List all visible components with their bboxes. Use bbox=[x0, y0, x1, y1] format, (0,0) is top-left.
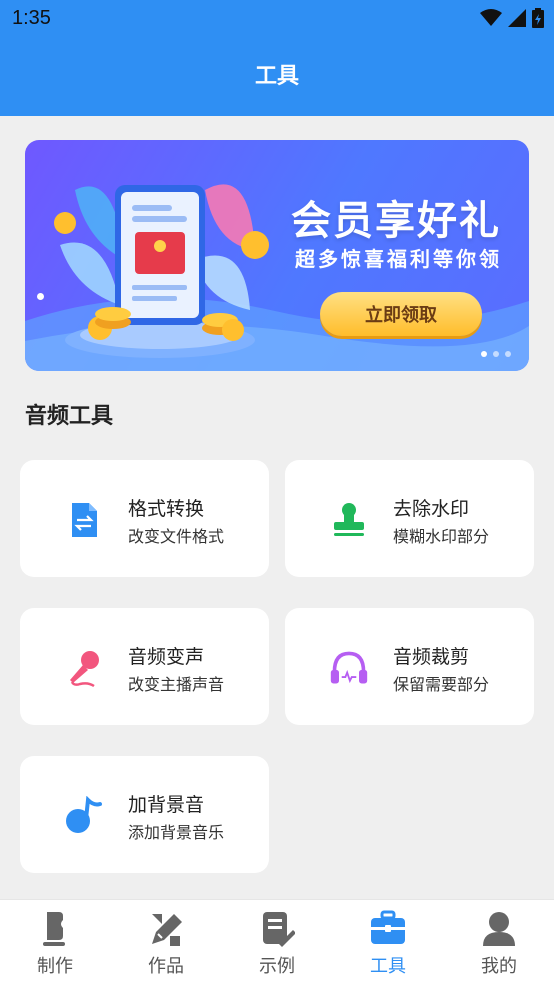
claim-now-button[interactable]: 立即领取 bbox=[320, 292, 482, 336]
headphones-icon bbox=[329, 648, 369, 688]
carousel-dot[interactable] bbox=[493, 351, 499, 357]
toolbox-icon bbox=[371, 910, 405, 944]
works-icon bbox=[152, 914, 182, 946]
status-bar: 1:35 bbox=[0, 0, 554, 40]
signal-icon bbox=[508, 9, 526, 27]
tool-card-voice-change[interactable]: 音频变声 改变主播声音 bbox=[20, 608, 269, 725]
profile-icon bbox=[483, 912, 515, 946]
carousel-dot[interactable] bbox=[481, 351, 487, 357]
tool-desc: 模糊水印部分 bbox=[393, 527, 490, 546]
tool-desc: 改变主播声音 bbox=[128, 675, 225, 694]
example-icon bbox=[263, 912, 295, 947]
status-time: 1:35 bbox=[12, 7, 51, 29]
tool-name: 加背景音 bbox=[128, 794, 205, 816]
tool-desc: 添加背景音乐 bbox=[128, 823, 225, 842]
tool-name: 音频裁剪 bbox=[393, 646, 470, 668]
nav-label: 工具 bbox=[370, 956, 406, 977]
tool-card-add-bgm[interactable]: 加背景音 添加背景音乐 bbox=[20, 756, 269, 873]
promo-banner[interactable]: 会员享好礼 超多惊喜福利等你领 立即领取 bbox=[25, 140, 529, 371]
tool-name: 格式转换 bbox=[128, 498, 205, 520]
tool-card-audio-trim[interactable]: 音频裁剪 保留需要部分 bbox=[285, 608, 534, 725]
section-title: 音频工具 bbox=[25, 404, 114, 429]
carousel-dot[interactable] bbox=[505, 351, 511, 357]
stamp-icon bbox=[329, 500, 369, 540]
status-icons bbox=[480, 8, 544, 28]
tool-card-remove-watermark[interactable]: 去除水印 模糊水印部分 bbox=[285, 460, 534, 577]
nav-item-tools[interactable]: 工具 bbox=[333, 900, 443, 985]
bottom-navigation: 制作 作品 示例 工具 我的 bbox=[0, 899, 554, 985]
nav-label: 我的 bbox=[481, 956, 517, 977]
banner-headline: 会员享好礼 bbox=[291, 198, 501, 244]
gift-phone-illustration bbox=[54, 184, 269, 358]
wifi-icon bbox=[480, 9, 502, 26]
page-title: 工具 bbox=[254, 64, 299, 89]
nav-item-works[interactable]: 作品 bbox=[111, 900, 221, 985]
nav-item-profile[interactable]: 我的 bbox=[444, 900, 554, 985]
tool-name: 音频变声 bbox=[128, 646, 205, 668]
carousel-dots bbox=[481, 351, 511, 357]
banner-indicator-left bbox=[37, 293, 44, 300]
music-note-icon bbox=[64, 796, 104, 836]
battery-icon bbox=[532, 8, 544, 28]
banner-subline: 超多惊喜福利等你领 bbox=[295, 247, 502, 271]
tool-desc: 改变文件格式 bbox=[128, 527, 225, 546]
nav-label: 示例 bbox=[259, 956, 295, 977]
microphone-icon bbox=[64, 648, 104, 688]
tool-card-format-convert[interactable]: 格式转换 改变文件格式 bbox=[20, 460, 269, 577]
make-icon bbox=[43, 912, 65, 946]
nav-item-make[interactable]: 制作 bbox=[0, 900, 110, 985]
tool-desc: 保留需要部分 bbox=[393, 675, 490, 694]
nav-item-example[interactable]: 示例 bbox=[222, 900, 332, 985]
file-convert-icon bbox=[64, 500, 104, 540]
nav-label: 制作 bbox=[37, 956, 73, 977]
tool-name: 去除水印 bbox=[393, 498, 470, 520]
nav-label: 作品 bbox=[148, 956, 184, 977]
app-header: 1:35 工具 bbox=[0, 0, 554, 116]
